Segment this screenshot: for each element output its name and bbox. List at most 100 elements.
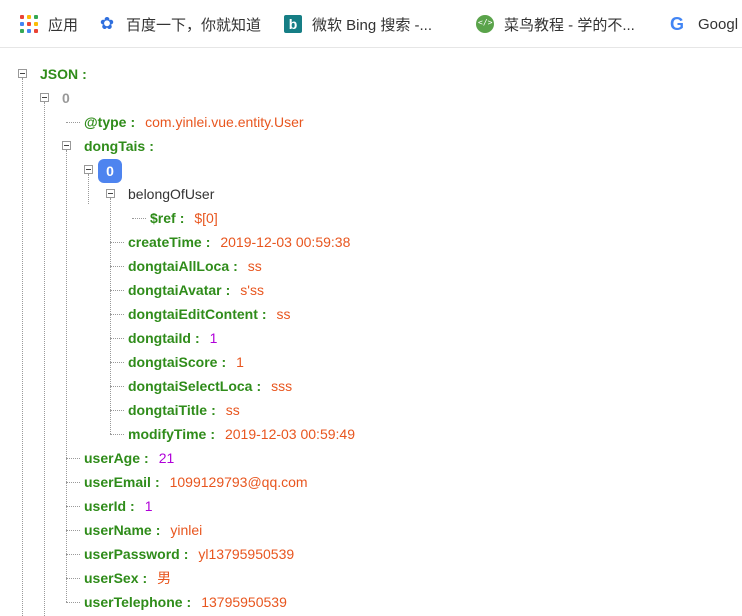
array-index-badge: 0 xyxy=(98,159,122,183)
node-value: 1 xyxy=(209,330,218,346)
tree-connector xyxy=(110,434,124,435)
tree-node-field[interactable]: dongtaiAllLoca: ss xyxy=(128,256,262,276)
bookmark-apps[interactable]: 应用 xyxy=(20,10,78,38)
node-value: yinlei xyxy=(170,522,203,538)
node-key: dongtaiSelectLoca xyxy=(128,378,253,394)
node-key: createTime xyxy=(128,234,202,250)
tree-connector xyxy=(110,290,124,291)
node-value: ss xyxy=(247,258,262,274)
node-colon: : xyxy=(142,570,148,586)
tree-connector xyxy=(110,242,124,243)
tree-node-field[interactable]: createTime:2019-12-03 00:59:38 xyxy=(128,232,350,252)
tree-node-field[interactable]: dongtaiId:1 xyxy=(128,328,217,348)
node-colon: : xyxy=(130,114,136,130)
node-value: com.yinlei.vue.entity.User xyxy=(145,114,304,130)
node-value: 2019-12-03 00:59:49 xyxy=(224,426,355,442)
bookmark-baidu[interactable]: ✿ 百度一下，你就知道 xyxy=(98,10,261,38)
node-key: modifyTime xyxy=(128,426,207,442)
node-key: JSON xyxy=(40,66,79,82)
collapse-toggle-icon[interactable] xyxy=(84,165,93,174)
tree-connector xyxy=(110,362,124,363)
node-key: userId xyxy=(84,498,127,514)
tree-node-field[interactable]: userPassword: yl13795950539 xyxy=(84,544,294,564)
node-value: sss xyxy=(271,378,293,394)
node-colon: : xyxy=(210,426,215,442)
collapse-toggle-icon[interactable] xyxy=(106,189,115,198)
node-key: dongtaiAvatar xyxy=(128,282,222,298)
bookmark-bing[interactable]: b 微软 Bing 搜索 -... xyxy=(284,10,432,38)
node-colon: : xyxy=(221,354,227,370)
tree-connector xyxy=(110,266,124,267)
tree-node-index[interactable]: 0 xyxy=(62,88,70,108)
node-key: userAge xyxy=(84,450,141,466)
bookmark-google[interactable]: G Googl xyxy=(670,10,738,38)
node-key: userPassword xyxy=(84,546,180,562)
tree-guide-line xyxy=(88,174,89,204)
node-colon: : xyxy=(155,522,161,538)
node-value: ss xyxy=(225,402,240,418)
node-key: userTelephone xyxy=(84,594,183,610)
node-colon: : xyxy=(225,282,231,298)
tree-node-field[interactable]: dongtaiEditContent: ss xyxy=(128,304,291,324)
tree-node-field[interactable]: dongtaiAvatar: s'ss xyxy=(128,280,264,300)
node-key: dongtaiEditContent xyxy=(128,306,258,322)
node-colon: : xyxy=(211,402,216,418)
node-colon: : xyxy=(82,66,87,82)
tree-node-field[interactable]: userAge:21 xyxy=(84,448,174,468)
node-value: 男 xyxy=(157,570,172,586)
collapse-toggle-icon[interactable] xyxy=(18,69,27,78)
tree-node-field[interactable]: dongtaiScore:1 xyxy=(128,352,244,372)
collapse-toggle-icon[interactable] xyxy=(62,141,71,150)
node-colon: : xyxy=(183,546,189,562)
tree-guide-line xyxy=(22,78,23,616)
node-key: belongOfUser xyxy=(128,186,215,202)
tree-node-field[interactable]: userTelephone:13795950539 xyxy=(84,592,287,612)
tree-node-index-selected[interactable]: 0 xyxy=(98,158,122,184)
tree-node-field[interactable]: userName: yinlei xyxy=(84,520,202,540)
tree-node-dongtais[interactable]: dongTais: xyxy=(84,136,164,156)
tree-connector xyxy=(66,482,80,483)
tree-node-root[interactable]: JSON: xyxy=(40,64,97,84)
node-key: dongtaiAllLoca xyxy=(128,258,230,274)
node-value: ss xyxy=(276,306,291,322)
tree-connector xyxy=(66,554,80,555)
tree-node-belongofuser[interactable]: belongOfUser xyxy=(128,184,214,204)
node-key: userName xyxy=(84,522,152,538)
tree-node-type[interactable]: @type: com.yinlei.vue.entity.User xyxy=(84,112,304,132)
node-colon: : xyxy=(179,210,185,226)
node-value: $[0] xyxy=(194,210,218,226)
tree-node-field[interactable]: userId:1 xyxy=(84,496,152,516)
node-colon: : xyxy=(256,378,262,394)
tree-connector xyxy=(66,530,80,531)
tree-node-field[interactable]: userSex: 男 xyxy=(84,568,171,588)
runoob-icon xyxy=(476,15,494,33)
baidu-paw-icon: ✿ xyxy=(99,14,115,33)
node-key: dongtaiId xyxy=(128,330,191,346)
tree-node-field[interactable]: dongtaiTitle: ss xyxy=(128,400,240,420)
collapse-toggle-icon[interactable] xyxy=(40,93,49,102)
tree-connector xyxy=(110,386,124,387)
tree-node-field[interactable]: dongtaiSelectLoca: sss xyxy=(128,376,292,396)
node-key: dongtaiScore xyxy=(128,354,218,370)
node-colon: : xyxy=(130,498,135,514)
node-key: @type xyxy=(84,114,127,130)
node-key: dongtaiTitle xyxy=(128,402,208,418)
node-colon: : xyxy=(261,306,267,322)
node-colon: : xyxy=(149,138,154,154)
tree-node-field[interactable]: userEmail:1099129793@qq.com xyxy=(84,472,308,492)
node-colon: : xyxy=(144,450,149,466)
node-colon: : xyxy=(205,234,211,250)
tree-guide-line xyxy=(66,150,67,602)
tree-connector xyxy=(66,506,80,507)
bookmark-runoob[interactable]: 菜鸟教程 - 学的不... xyxy=(476,10,635,38)
tree-guide-line xyxy=(44,102,45,616)
node-colon: : xyxy=(186,594,192,610)
tree-node-ref[interactable]: $ref: $[0] xyxy=(150,208,218,228)
node-value: s'ss xyxy=(240,282,264,298)
node-value: 2019-12-03 00:59:38 xyxy=(220,234,351,250)
node-colon: : xyxy=(233,258,238,274)
bookmark-label: 应用 xyxy=(48,16,79,34)
tree-node-field[interactable]: modifyTime:2019-12-03 00:59:49 xyxy=(128,424,355,444)
bookmark-label: 微软 Bing 搜索 -... xyxy=(312,16,433,34)
node-value: 1 xyxy=(144,498,153,514)
